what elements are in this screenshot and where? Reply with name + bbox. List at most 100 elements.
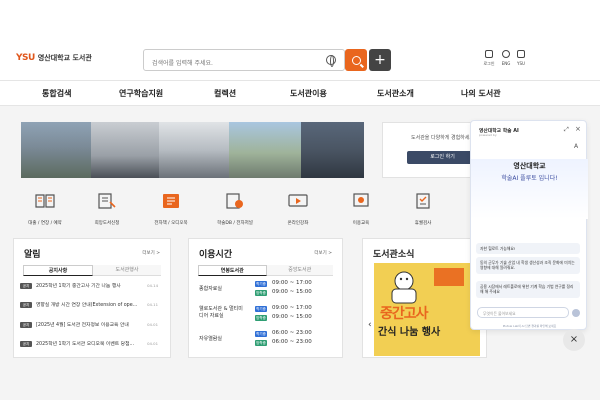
hours-time: 09:00 ~ 17:00 [272,305,312,311]
news-title: 도서관소식 [373,250,415,260]
lock-icon [485,50,493,58]
notice-row[interactable]: 공지 2025학년 1학기 중간고사 기간 나눔 행사 04.14 [20,281,158,290]
chat-input[interactable]: 무엇이든 물어보세요 [477,307,569,318]
expand-icon[interactable]: ⤢ [564,126,569,134]
notice-badge: 공지 [20,282,32,289]
campus-photo [21,122,91,178]
tab-branch-library[interactable]: 연봉도서관 [198,265,267,276]
chat-close-button[interactable]: × [563,329,585,351]
tab-central-library[interactable]: 중앙도서관 [266,265,333,276]
notice-more-link[interactable]: 더보기 > [142,250,160,256]
notice-row[interactable]: 공지 2025학년 1학기 도서관 오디오북 이벤트 당첨... 04.01 [20,339,158,348]
search-box [143,49,345,74]
close-icon[interactable]: × [575,125,581,133]
notice-badge: 공지 [20,301,32,308]
send-icon[interactable] [572,309,580,317]
chat-suggestion[interactable]: 공용 시장에서 레트폴로에 위한 기계 학습 기법 연구를 정리해 해 주세요 [476,281,580,298]
library-interior-photo [91,122,159,178]
nav-item-library-use[interactable]: 도서관이용 [290,88,327,99]
book-request-icon [98,193,116,209]
news-banner[interactable]: 중간고사 간식 나눔 행사 [374,263,480,356]
nav-item-search[interactable]: 통합검색 [42,88,71,99]
semester-badge: 학기중 [255,281,267,287]
vacation-badge: 방학중 [255,340,267,346]
test-icon [416,193,430,209]
quick-menu-database[interactable]: 학술DB / 전자저널 [205,193,265,226]
search-button[interactable] [345,49,367,71]
quick-menu-request[interactable]: 희망도서신청 [77,193,137,226]
notice-title-text: 영향실 개방 시간 연장 안내(Extension of ope... [36,303,138,308]
chat-powered: powered by [479,133,497,137]
nav-item-my-library[interactable]: 나의 도서관 [461,88,501,99]
hours-row: 웰로도서관 & 멀티미디어 자료실 학기중 방학중 09:00 ~ 17:00 … [199,305,329,325]
nav-item-research[interactable]: 연구학습지원 [119,88,163,99]
quick-menu-education[interactable]: 이용교육 [331,193,391,226]
chat-hero-subtitle: 학술AI 플루토 입니다! [501,175,558,182]
globe-icon[interactable] [326,55,336,67]
notice-date: 04.01 [147,322,158,327]
book-open-icon [35,194,55,208]
library-logo[interactable]: YSU 영산대학교 도서관 [16,53,92,63]
nav-item-collection[interactable]: 컬렉션 [214,88,236,99]
notice-title-text: 2025학년 1학기 도서관 오디오북 이벤트 당첨... [36,342,135,347]
hero-banner[interactable] [21,122,364,178]
nav-item-about[interactable]: 도서관소개 [377,88,414,99]
quick-menu-label: 온라인강좌 [287,221,309,226]
plus-button[interactable]: + [369,49,391,71]
ebook-icon [163,194,179,208]
hours-time: 09:00 ~ 15:00 [272,289,312,295]
ai-chat-widget: 영산대학교 학술 AI powered by ⤢ × A 영산대학교 학술AI … [470,120,588,330]
campus-buildings-photo [229,122,301,178]
news-prev-arrow[interactable]: ‹ [368,320,372,330]
quick-menu-ebook[interactable]: 전자책 / 오디오북 [141,193,201,226]
hours-tabs: 연봉도서관 중앙도서관 [198,265,333,276]
notice-tabs: 공지사항 도서관행사 [23,265,161,276]
tab-events[interactable]: 도서관행사 [93,265,161,276]
quick-menu-test[interactable]: 휴퀄검사 [393,193,453,226]
notice-date: 04.14 [147,283,158,288]
site-header: YSU 영산대학교 도서관 + 로그인 ENG YSU [0,0,600,80]
ysu-util-label: YSU [517,61,525,66]
main-nav: 통합검색 연구학습지원 컬렉션 도서관이용 도서관소개 나의 도서관 [0,80,600,106]
globe-icon [502,50,510,58]
hours-room-name: 자유열람실 [199,336,223,342]
quick-menu-label: 대출 / 연장 / 예약 [28,221,62,226]
hours-time: 09:00 ~ 15:00 [272,314,312,320]
notice-title: 알림 [24,250,41,260]
reading-room-photo [301,122,364,178]
chat-suggestion[interactable]: 동의 군무가 기술 산업 내 학생 생산성과 조직 문화에 미치는 영향에 대해… [476,257,580,274]
hours-time: 06:00 ~ 23:00 [272,330,312,336]
notice-row[interactable]: 공지 영향실 개방 시간 연장 안내(Extension of ope... 0… [20,300,158,309]
login-box: 도서관을 다양하게 경험하세요 로그인 하기 [382,122,482,178]
translate-icon[interactable]: A [574,143,578,150]
home-icon [517,50,525,58]
quick-menu-label: 휴퀄검사 [414,221,432,226]
logo-text: 영산대학교 도서관 [37,54,92,62]
quick-menu-label: 학술DB / 전자저널 [217,221,253,226]
database-icon [226,193,243,209]
chat-suggestion[interactable]: 자한 힐로트 가능해요! [476,243,580,255]
notice-row[interactable]: 공지 [2025년 4월] 도서관 전자정보 이용교육 안내 04.01 [20,320,158,329]
ysu-util[interactable]: YSU [511,50,531,66]
search-input[interactable] [144,53,314,74]
quick-menu-loan[interactable]: 대출 / 연장 / 예약 [15,193,75,226]
quick-menu-label: 희망도서신청 [94,221,120,226]
login-button[interactable]: 로그인 하기 [407,151,478,164]
tab-notices[interactable]: 공지사항 [23,265,93,276]
quick-menu-lecture[interactable]: 온라인강좌 [268,193,328,226]
quick-menu-label: 전자책 / 오디오북 [154,221,188,226]
news-banner-text: 중간고사 [380,306,429,322]
notice-date: 04.01 [147,341,158,346]
hours-time: 09:00 ~ 17:00 [272,280,312,286]
hours-more-link[interactable]: 더보기 > [314,250,332,256]
chat-hero-title: 영산대학교 [513,162,546,170]
logo-mark: YSU [16,53,35,63]
hours-room-name: 종합자료실 [199,286,223,292]
video-lecture-icon [288,194,308,207]
education-icon [353,193,369,207]
login-promo-text: 도서관을 다양하게 경험하세요 [411,135,474,141]
quick-menu-label: 이용교육 [352,221,370,226]
notice-title-text: 2025학년 1학기 중간고사 기간 나눔 행사 [36,284,121,289]
hours-title: 이용시간 [199,250,233,260]
login-util-label: 로그인 [483,61,495,66]
